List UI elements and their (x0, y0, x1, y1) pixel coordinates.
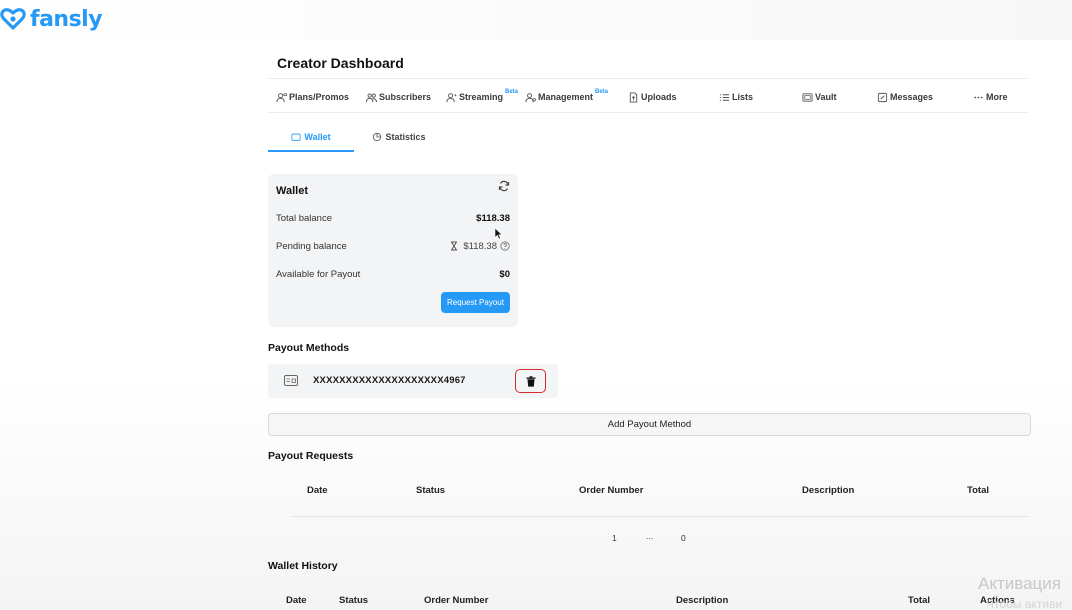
row-label: Total balance (276, 212, 332, 224)
available-payout-value: $0 (499, 268, 510, 280)
column-header[interactable]: Description (802, 485, 854, 496)
heart-link-icon (0, 8, 26, 30)
nav-lists[interactable]: Lists (719, 84, 753, 110)
page-title: Creator Dashboard (277, 55, 404, 71)
nav-more[interactable]: More (973, 84, 1008, 110)
file-upload-icon (629, 91, 638, 103)
nav-label: More (986, 92, 1008, 102)
column-header[interactable]: Date (307, 485, 328, 496)
divider (268, 78, 1028, 79)
brand-logo[interactable]: fansly (0, 4, 103, 34)
beta-badge: Beta (505, 89, 519, 95)
nav-management[interactable]: Management Beta (525, 84, 608, 110)
column-header[interactable]: Order Number (424, 595, 488, 606)
wallet-row-available: Available for Payout $0 (276, 267, 510, 281)
column-header[interactable]: Total (908, 595, 930, 606)
tab-label: Wallet (304, 132, 331, 142)
page-link[interactable]: 0 (681, 533, 686, 543)
wallet-card: Wallet Total balance $118.38 Pending bal… (268, 174, 518, 327)
list-icon (719, 93, 730, 101)
add-payout-method-button[interactable]: Add Payout Method (268, 413, 1031, 436)
divider (290, 516, 1028, 517)
mouse-cursor-icon (494, 227, 503, 240)
payout-methods-heading: Payout Methods (268, 342, 350, 354)
wallet-row-total: Total balance $118.38 (276, 211, 510, 225)
total-balance-value: $118.38 (476, 212, 510, 224)
column-header[interactable]: Total (967, 485, 989, 496)
wallet-title: Wallet (276, 185, 308, 197)
nav-label: Plans/Promos (289, 92, 350, 102)
nav-label: Vault (815, 92, 837, 102)
wallet-row-pending: Pending balance $118.38 (276, 239, 510, 253)
column-header[interactable]: Status (339, 595, 368, 606)
tab-label: Statistics (385, 132, 426, 142)
column-header[interactable]: Date (286, 595, 307, 606)
nav-messages[interactable]: Messages (877, 84, 933, 110)
person-gear-icon (525, 92, 536, 102)
brand-name: fansly (30, 6, 103, 32)
beta-badge: Beta (595, 89, 609, 95)
card-icon (284, 375, 298, 386)
dashboard-nav: Plans/Promos Subscribers Streaming Beta … (268, 84, 1028, 110)
payout-requests-heading: Payout Requests (268, 450, 354, 462)
nav-vault[interactable]: Vault (802, 84, 837, 110)
nav-label: Messages (890, 92, 934, 102)
vault-icon (802, 92, 813, 102)
nav-plans-promos[interactable]: Plans/Promos (276, 84, 349, 110)
person-stream-icon (446, 92, 457, 102)
nav-label: Management (538, 92, 594, 102)
top-bar: fansly (0, 0, 1072, 40)
wallet-history-heading: Wallet History (268, 560, 338, 572)
nav-label: Lists (732, 92, 754, 102)
refresh-icon[interactable] (498, 180, 510, 192)
help-circle-icon[interactable] (500, 241, 510, 251)
page-link[interactable]: 1 (612, 533, 617, 543)
tab-statistics[interactable]: Statistics (364, 124, 434, 150)
os-activation-watermark: Активация (978, 574, 1061, 593)
column-header[interactable]: Order Number (579, 485, 643, 496)
column-header[interactable]: Status (416, 485, 445, 496)
tab-wallet[interactable]: Wallet (268, 124, 354, 150)
wallet-icon (291, 133, 301, 141)
pending-balance-value: $118.38 (463, 240, 497, 252)
nav-label: Subscribers (379, 92, 432, 102)
ellipsis-icon (974, 96, 983, 98)
active-tab-indicator (268, 150, 354, 152)
hourglass-icon (451, 241, 458, 251)
payout-method-number: XXXXXXXXXXXXXXXXXXXX4967 (313, 375, 466, 386)
page-ellipsis: ... (646, 531, 654, 541)
nav-subscribers[interactable]: Subscribers (366, 84, 431, 110)
pending-balance-group: $118.38 (449, 241, 510, 252)
wallet-subtabs: Wallet Statistics (268, 124, 468, 152)
column-header[interactable]: Description (676, 595, 728, 606)
nav-label: Uploads (641, 92, 677, 102)
pie-chart-icon (373, 132, 382, 142)
message-icon (877, 92, 888, 102)
divider (268, 112, 1028, 113)
nav-uploads[interactable]: Uploads (628, 84, 677, 110)
trash-icon (526, 375, 535, 387)
row-label: Pending balance (276, 240, 347, 252)
delete-payout-method-button[interactable] (515, 369, 546, 393)
os-activation-watermark-sub: Чтобы активи (986, 597, 1063, 610)
nav-label: Streaming (459, 92, 504, 102)
row-label: Available for Payout (276, 268, 361, 280)
request-payout-button[interactable]: Request Payout (441, 292, 510, 313)
person-tag-icon (276, 92, 287, 102)
payout-method-item: XXXXXXXXXXXXXXXXXXXX4967 (268, 364, 558, 398)
nav-streaming[interactable]: Streaming Beta (446, 84, 518, 110)
people-icon (366, 93, 377, 102)
